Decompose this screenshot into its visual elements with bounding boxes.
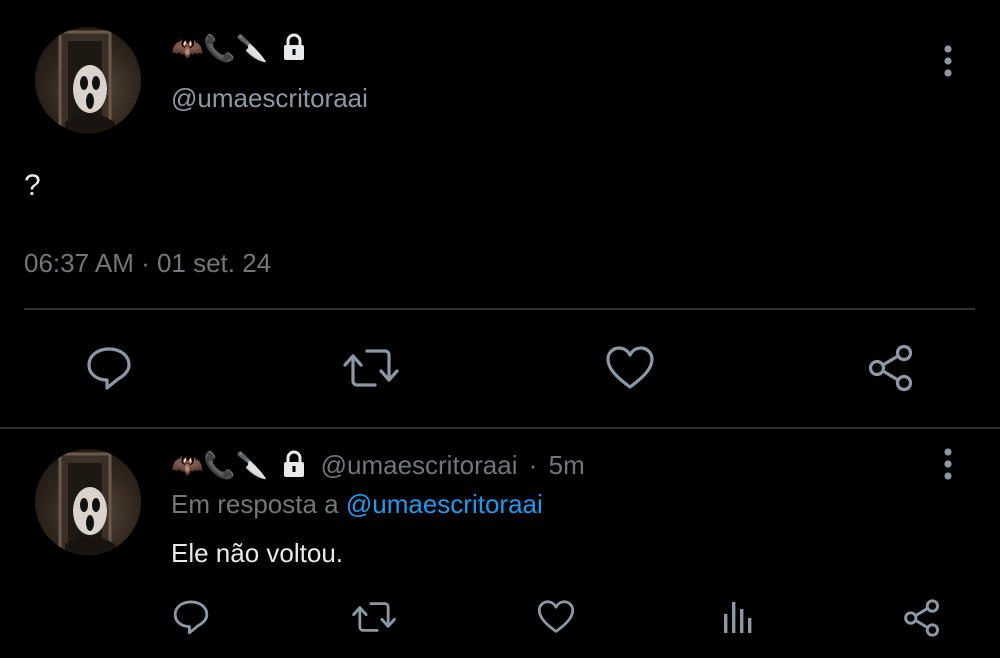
lock-icon xyxy=(281,33,307,67)
display-name-emojis: 🦇📞🔪 xyxy=(171,33,269,63)
tweet-text: ? xyxy=(24,169,41,202)
divider xyxy=(24,308,975,310)
display-name: 🦇📞🔪 xyxy=(171,33,307,67)
tweet-timestamp[interactable]: 06:37 AM · 01 set. 24 xyxy=(24,248,271,279)
analytics-icon xyxy=(724,602,752,633)
divider xyxy=(0,427,1000,429)
avatar[interactable] xyxy=(35,27,141,133)
like-icon xyxy=(606,346,654,389)
share-icon xyxy=(904,599,940,637)
reply-text: Ele não voltou. xyxy=(171,538,344,568)
in-reply-to: Em resposta a @umaescritoraai xyxy=(171,489,543,520)
reply-handle[interactable]: @umaescritoraai xyxy=(321,450,518,480)
retweet-button[interactable] xyxy=(343,345,399,391)
reply-button[interactable] xyxy=(172,598,210,636)
more-options-icon[interactable] xyxy=(938,447,958,486)
reply-header: 🦇📞🔪 @umaescritoraai · 5m xyxy=(171,450,585,484)
lock-icon xyxy=(281,450,307,484)
avatar[interactable] xyxy=(35,449,141,555)
reply-button[interactable] xyxy=(85,345,133,391)
like-icon xyxy=(537,600,575,633)
in-reply-handle-link[interactable]: @umaescritoraai xyxy=(346,489,543,519)
retweet-icon xyxy=(343,349,399,387)
separator: · xyxy=(528,450,538,480)
share-icon xyxy=(868,344,913,392)
like-button[interactable] xyxy=(537,599,575,635)
like-button[interactable] xyxy=(605,345,655,391)
in-reply-prefix: Em resposta a xyxy=(171,489,339,519)
share-button[interactable] xyxy=(902,598,942,638)
reply-icon xyxy=(173,600,209,635)
user-handle[interactable]: @umaescritoraai xyxy=(171,83,368,114)
share-button[interactable] xyxy=(866,343,916,393)
retweet-button[interactable] xyxy=(352,598,396,636)
reply-icon xyxy=(87,347,131,390)
reply-time[interactable]: 5m xyxy=(549,450,585,480)
more-options-icon[interactable] xyxy=(938,44,958,83)
display-name-emojis: 🦇📞🔪 xyxy=(171,450,269,480)
retweet-icon xyxy=(352,602,396,632)
analytics-button[interactable] xyxy=(721,598,755,636)
